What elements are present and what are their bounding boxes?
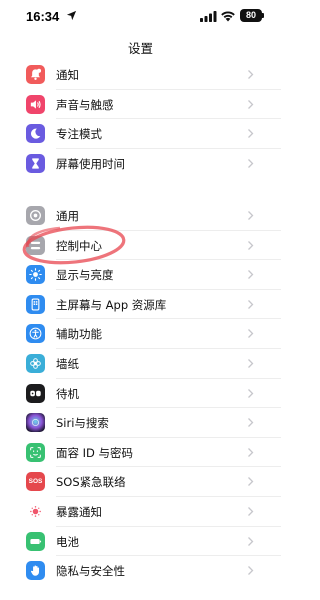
chevron-right-icon xyxy=(248,99,254,109)
chevron-right-icon xyxy=(248,129,254,139)
settings-row-siri[interactable]: Siri与搜索 xyxy=(0,408,281,438)
chevron-right-icon xyxy=(248,447,254,457)
chevron-right-icon xyxy=(248,299,254,309)
settings-row-label: 辅助功能 xyxy=(56,327,102,342)
moon-icon xyxy=(26,124,45,144)
settings-row-wallpaper[interactable]: 墙纸 xyxy=(0,349,281,379)
status-bar: 16:34 80 xyxy=(0,0,281,34)
settings-row-label: 声音与触感 xyxy=(56,97,114,112)
settings-row-label: 隐私与安全性 xyxy=(56,564,125,579)
settings-row-control-center[interactable]: 控制中心 xyxy=(0,231,281,261)
gear-icon xyxy=(26,206,45,225)
chevron-right-icon xyxy=(248,270,254,280)
status-time: 16:34 xyxy=(26,9,60,24)
settings-row-label: 控制中心 xyxy=(56,238,102,253)
bell-icon xyxy=(26,65,45,84)
settings-row-privacy[interactable]: 隐私与安全性 xyxy=(0,556,281,586)
settings-row-home-screen[interactable]: 主屏幕与 App 资源库 xyxy=(0,290,281,320)
grid-icon xyxy=(26,294,45,314)
location-arrow-icon xyxy=(66,10,77,21)
chevron-right-icon xyxy=(248,359,254,368)
settings-row-label: 电池 xyxy=(56,534,79,549)
settings-row-label: 屏幕使用时间 xyxy=(56,156,125,171)
battery-nub xyxy=(262,13,264,18)
chevron-right-icon xyxy=(248,70,254,79)
sliders-icon xyxy=(26,235,45,255)
settings-row-notifications[interactable]: 通知 xyxy=(0,60,281,90)
settings-row-label: 专注模式 xyxy=(56,127,102,142)
wifi-icon xyxy=(221,11,235,22)
chevron-right-icon xyxy=(248,388,254,398)
settings-row-display[interactable]: 显示与亮度 xyxy=(0,260,281,290)
chevron-right-icon xyxy=(248,329,254,339)
settings-group-general: 通用 控制中心 显示与亮度 主屏幕与 App 资源库 辅助功能 墙纸 待机 Si… xyxy=(0,201,281,586)
sos-icon-text: SOS xyxy=(28,478,43,486)
settings-row-label: 主屏幕与 App 资源库 xyxy=(56,297,167,312)
siri-icon xyxy=(26,413,45,433)
settings-row-focus[interactable]: 专注模式 xyxy=(0,119,281,149)
hand-icon xyxy=(26,561,45,581)
accessibility-icon xyxy=(26,324,45,344)
settings-row-label: 待机 xyxy=(56,386,79,401)
settings-row-label: 墙纸 xyxy=(56,356,79,371)
chevron-right-icon xyxy=(248,211,254,220)
battery-level: 80 xyxy=(240,9,262,22)
chevron-right-icon xyxy=(248,536,254,546)
chevron-right-icon xyxy=(248,566,254,576)
settings-row-label: 暴露通知 xyxy=(56,504,102,519)
standby-icon xyxy=(26,383,45,403)
exposure-icon xyxy=(26,501,45,521)
settings-row-label: Siri与搜索 xyxy=(56,416,109,431)
settings-row-standby[interactable]: 待机 xyxy=(0,379,281,409)
flower-icon xyxy=(26,353,45,373)
chevron-right-icon xyxy=(248,240,254,250)
settings-row-label: 面容 ID 与密码 xyxy=(56,445,134,460)
settings-row-accessibility[interactable]: 辅助功能 xyxy=(0,319,281,349)
settings-group-notifications: 通知 声音与触感 专注模式 屏幕使用时间 xyxy=(0,60,281,178)
sos-icon: SOS xyxy=(26,472,45,492)
settings-row-label: 显示与亮度 xyxy=(56,268,114,283)
speaker-icon xyxy=(26,94,45,114)
hourglass-icon xyxy=(26,153,45,173)
settings-row-emergency-sos[interactable]: SOS SOS紧急联络 xyxy=(0,467,281,497)
settings-row-screen-time[interactable]: 屏幕使用时间 xyxy=(0,149,281,179)
chevron-right-icon xyxy=(248,477,254,487)
faceid-icon xyxy=(26,442,45,462)
chevron-right-icon xyxy=(248,418,254,428)
chevron-right-icon xyxy=(248,506,254,516)
cellular-signal-icon xyxy=(200,11,217,22)
sun-icon xyxy=(26,265,45,285)
settings-row-face-id[interactable]: 面容 ID 与密码 xyxy=(0,438,281,468)
settings-row-label: 通知 xyxy=(56,68,79,82)
settings-row-sounds[interactable]: 声音与触感 xyxy=(0,90,281,120)
settings-row-label: SOS紧急联络 xyxy=(56,475,126,490)
chevron-right-icon xyxy=(248,158,254,168)
battery-icon xyxy=(26,531,45,551)
settings-row-exposure-notifications[interactable]: 暴露通知 xyxy=(0,497,281,527)
settings-row-battery[interactable]: 电池 xyxy=(0,527,281,557)
settings-row-label: 通用 xyxy=(56,209,79,223)
page-title: 设置 xyxy=(127,41,153,56)
settings-row-general[interactable]: 通用 xyxy=(0,201,281,231)
